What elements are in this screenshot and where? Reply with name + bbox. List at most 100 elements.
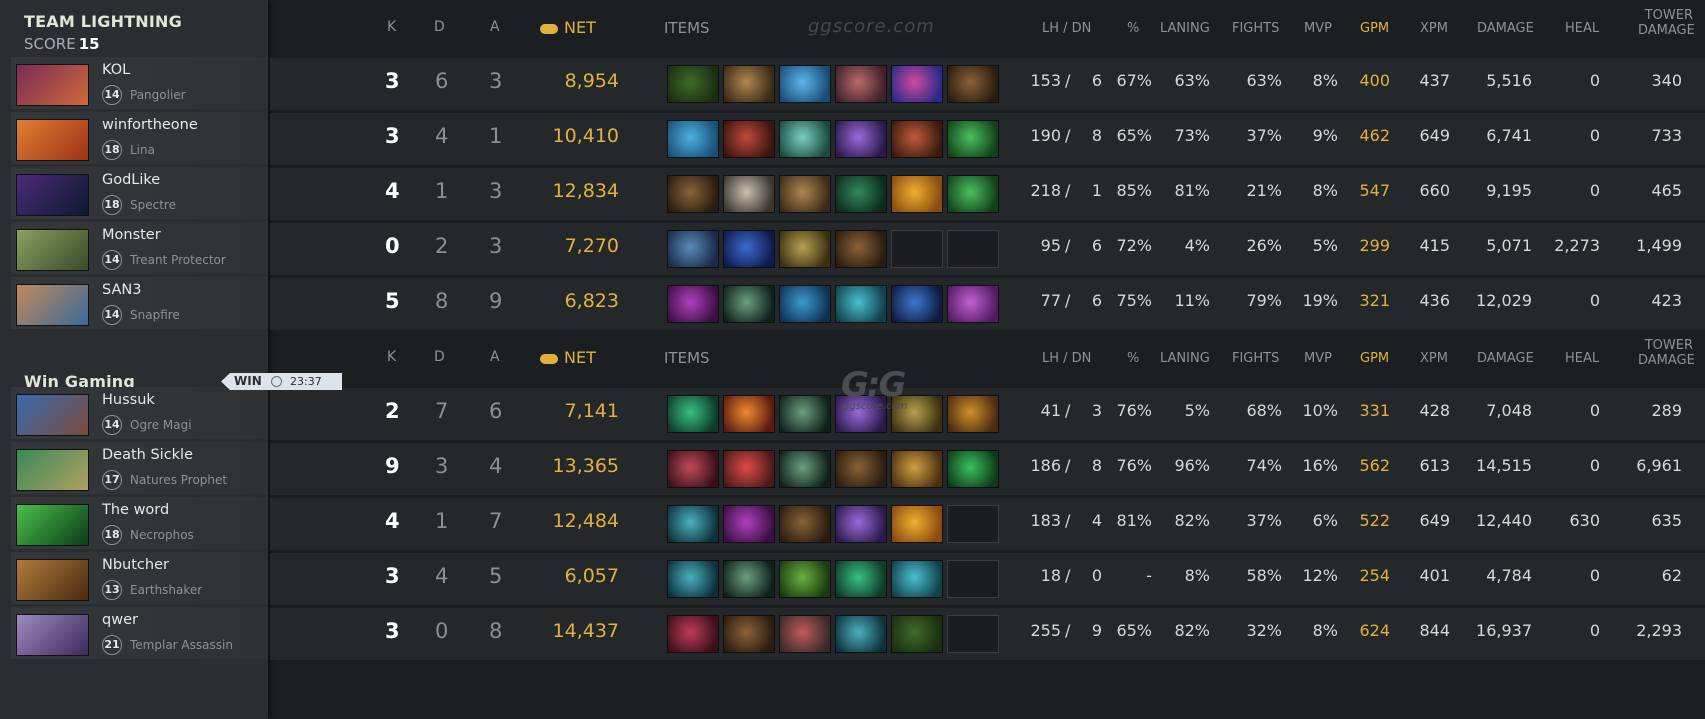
item-slot[interactable] [779,175,831,213]
column-mvp[interactable]: MVP [1304,21,1332,36]
item-slot[interactable] [891,65,943,103]
player-card[interactable]: GodLike 18 Spectre [11,167,268,219]
item-slot[interactable] [947,450,999,488]
item-slot[interactable] [891,285,943,323]
item-slot[interactable] [947,285,999,323]
item-slot[interactable] [779,65,831,103]
item-slot[interactable] [835,285,887,323]
item-slot[interactable] [723,560,775,598]
item-slot[interactable] [835,65,887,103]
item-slot[interactable] [723,120,775,158]
item-slot[interactable] [891,120,943,158]
column-laning[interactable]: LANING [1160,351,1210,366]
column-k[interactable]: K [387,19,396,35]
item-slot[interactable] [667,285,719,323]
column-tower-damage[interactable]: TOWER DAMAGE [1638,8,1695,38]
column-k[interactable]: K [387,349,396,365]
item-slot[interactable] [835,450,887,488]
column-xpm[interactable]: XPM [1420,21,1448,36]
item-slot[interactable] [891,175,943,213]
player-name[interactable]: qwer [102,612,138,628]
column-percent[interactable]: % [1127,351,1139,366]
item-slot[interactable] [779,560,831,598]
player-card[interactable]: The word 18 Necrophos [11,497,268,549]
column-tower-damage[interactable]: TOWER DAMAGE [1638,338,1695,368]
column-net[interactable]: NET [540,18,596,37]
item-slot[interactable] [667,175,719,213]
item-slot[interactable] [723,615,775,653]
item-slot[interactable] [667,505,719,543]
column-damage[interactable]: DAMAGE [1477,351,1534,366]
item-slot[interactable] [667,450,719,488]
column-a[interactable]: A [490,19,500,35]
player-card[interactable]: KOL 14 Pangolier [11,57,268,109]
player-card[interactable]: winfortheone 18 Lina [11,112,268,164]
column-gpm[interactable]: GPM [1360,21,1389,36]
item-slot[interactable] [723,395,775,433]
item-slot[interactable] [723,230,775,268]
column-items[interactable]: ITEMS [664,19,710,37]
column-items[interactable]: ITEMS [664,349,710,367]
player-name[interactable]: Nbutcher [102,557,169,573]
item-slot[interactable] [779,285,831,323]
item-slot[interactable] [947,120,999,158]
item-slot[interactable] [835,175,887,213]
player-card[interactable]: Nbutcher 13 Earthshaker [11,552,268,604]
column-xpm[interactable]: XPM [1420,351,1448,366]
column-percent[interactable]: % [1127,21,1139,36]
player-card[interactable]: SAN3 14 Snapfire [11,277,268,329]
item-slot[interactable] [891,615,943,653]
player-card[interactable]: qwer 21 Templar Assassin [11,607,268,659]
player-name[interactable]: SAN3 [102,282,141,298]
player-card[interactable]: Hussuk 14 Ogre Magi [11,387,268,439]
player-name[interactable]: KOL [102,62,130,78]
player-name[interactable]: GodLike [102,172,160,188]
column-fights[interactable]: FIGHTS [1232,351,1279,366]
item-slot[interactable] [779,450,831,488]
item-slot[interactable] [667,65,719,103]
column-gpm[interactable]: GPM [1360,351,1389,366]
item-slot[interactable] [891,450,943,488]
item-slot[interactable] [779,120,831,158]
item-slot[interactable] [947,65,999,103]
item-slot[interactable] [835,505,887,543]
item-slot[interactable] [667,615,719,653]
player-name[interactable]: Death Sickle [102,447,193,463]
item-slot[interactable] [835,230,887,268]
column-heal[interactable]: HEAL [1565,21,1599,36]
item-slot[interactable] [779,230,831,268]
item-slot[interactable] [779,505,831,543]
column-a[interactable]: A [490,349,500,365]
player-name[interactable]: winfortheone [102,117,198,133]
item-slot[interactable] [947,175,999,213]
player-name[interactable]: The word [102,502,169,518]
player-card[interactable]: Monster 14 Treant Protector [11,222,268,274]
item-slot[interactable] [835,120,887,158]
column-lh-dn[interactable]: LH / DN [1042,21,1091,36]
column-d[interactable]: D [434,19,445,35]
item-slot[interactable] [891,505,943,543]
column-mvp[interactable]: MVP [1304,351,1332,366]
item-slot[interactable] [723,175,775,213]
column-d[interactable]: D [434,349,445,365]
item-slot[interactable] [891,560,943,598]
player-card[interactable]: Death Sickle 17 Natures Prophet [11,442,268,494]
player-name[interactable]: Monster [102,227,161,243]
item-slot[interactable] [723,450,775,488]
item-slot[interactable] [667,120,719,158]
item-slot[interactable] [723,65,775,103]
item-slot[interactable] [723,505,775,543]
item-slot[interactable] [779,615,831,653]
column-fights[interactable]: FIGHTS [1232,21,1279,36]
player-name[interactable]: Hussuk [102,392,155,408]
item-slot[interactable] [947,395,999,433]
item-slot[interactable] [835,560,887,598]
column-damage[interactable]: DAMAGE [1477,21,1534,36]
column-lh-dn[interactable]: LH / DN [1042,351,1091,366]
column-laning[interactable]: LANING [1160,21,1210,36]
column-net[interactable]: NET [540,348,596,367]
item-slot[interactable] [667,560,719,598]
item-slot[interactable] [667,230,719,268]
item-slot[interactable] [835,615,887,653]
item-slot[interactable] [779,395,831,433]
